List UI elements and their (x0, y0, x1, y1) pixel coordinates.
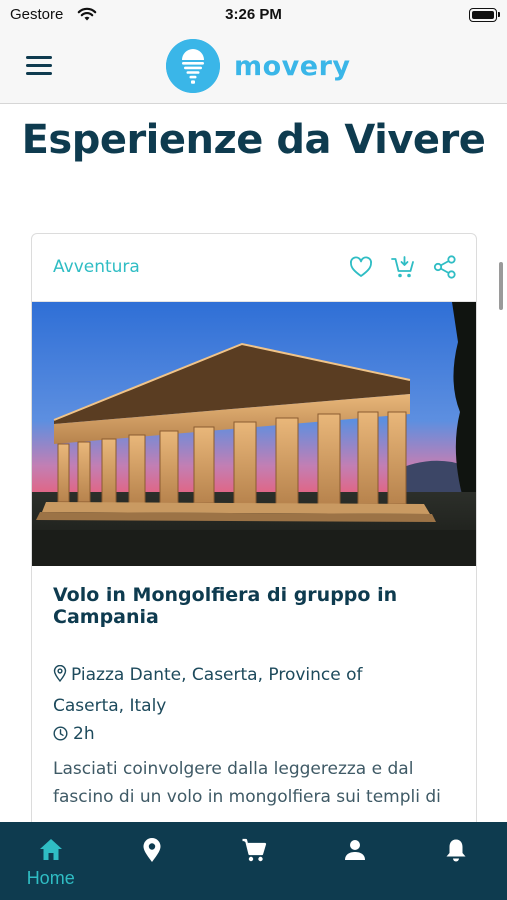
category-label[interactable]: Avventura (53, 257, 140, 277)
tab-label: Home (26, 868, 75, 888)
card-header: Avventura (32, 234, 476, 302)
bell-icon (446, 839, 466, 862)
app-header: movery (0, 30, 507, 104)
card-actions (348, 254, 458, 280)
heart-icon[interactable] (348, 254, 374, 280)
location-pin-icon (53, 665, 67, 682)
experience-description: Lasciati coinvolgere dalla leggerezza e … (53, 759, 441, 807)
menu-bar (26, 64, 52, 67)
temple-photo (32, 302, 476, 566)
tab-cart[interactable] (203, 822, 304, 900)
duration-row: 2h (53, 724, 95, 744)
tab-profile[interactable] (304, 822, 405, 900)
battery-icon (469, 8, 500, 22)
tab-map[interactable] (101, 822, 202, 900)
add-to-cart-icon[interactable] (390, 254, 416, 280)
cart-icon (242, 838, 266, 862)
tab-notifications[interactable] (406, 822, 507, 900)
location-row: Piazza Dante, Caserta, Province of Caser… (53, 660, 433, 722)
home-icon (39, 839, 62, 860)
page-title: Esperienze da Vivere (21, 117, 486, 163)
menu-button[interactable] (26, 56, 52, 76)
location-icon (143, 838, 161, 862)
clock-icon (53, 726, 68, 741)
menu-bar (26, 56, 52, 59)
experience-card[interactable]: Avventura Volo in Mongolfiera di gruppo … (31, 233, 477, 873)
balloon-logo-icon (166, 39, 220, 93)
duration-text: 2h (73, 724, 95, 744)
location-text: Piazza Dante, Caserta, Province of Caser… (53, 665, 363, 716)
logo-text: movery (234, 50, 351, 82)
bottom-tab-bar: Home (0, 822, 507, 900)
experience-title[interactable]: Volo in Mongolfiera di gruppo in Campani… (53, 584, 453, 628)
scrollbar[interactable] (499, 262, 503, 310)
profile-icon (344, 840, 365, 860)
share-icon[interactable] (432, 254, 458, 280)
menu-bar (26, 72, 52, 75)
app-logo[interactable]: movery (166, 39, 351, 93)
status-bar: Gestore 3:26 PM (0, 0, 507, 30)
tab-home[interactable]: Home (0, 822, 101, 900)
status-time: 3:26 PM (225, 6, 282, 23)
